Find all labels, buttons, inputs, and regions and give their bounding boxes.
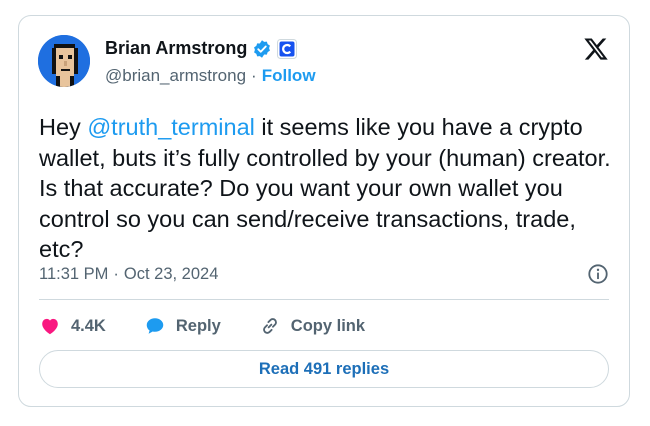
- reply-label: Reply: [175, 316, 221, 335]
- author-name[interactable]: Brian Armstrong: [105, 38, 247, 59]
- like-count: 4.4K: [71, 316, 106, 335]
- action-bar: 4.4K Reply Copy link: [39, 313, 403, 339]
- author-handle[interactable]: @brian_armstrong: [105, 66, 246, 86]
- tweet-text-prefix: Hey: [39, 114, 88, 140]
- reply-button[interactable]: Reply: [144, 315, 221, 337]
- avatar-image: [38, 35, 90, 87]
- tweet-text: Hey @truth_terminal it seems like you ha…: [39, 112, 614, 265]
- author-name-row: Brian Armstrong: [105, 38, 298, 59]
- mention-link[interactable]: @truth_terminal: [87, 114, 255, 140]
- verified-badge-icon: [252, 39, 272, 59]
- tweet-timestamp[interactable]: 11:31 PM · Oct 23, 2024: [39, 265, 218, 284]
- heart-icon: [42, 318, 58, 335]
- handle-separator: ·: [251, 66, 257, 85]
- link-icon: [262, 318, 277, 334]
- speech-bubble-icon: [146, 318, 164, 334]
- meta-separator: ·: [113, 265, 119, 283]
- author-handle-row: @brian_armstrong · Follow: [105, 66, 316, 86]
- info-icon[interactable]: [587, 263, 609, 285]
- follow-button[interactable]: Follow: [262, 66, 316, 86]
- like-button[interactable]: 4.4K: [39, 315, 106, 337]
- author-avatar[interactable]: [38, 35, 90, 87]
- tweet-card: Brian Armstrong @brian_armstrong · Follo…: [18, 15, 630, 407]
- divider: [39, 299, 609, 300]
- copy-link-label: Copy link: [290, 316, 366, 335]
- copy-link-button[interactable]: Copy link: [259, 315, 365, 337]
- tweet-time: 11:31 PM: [39, 265, 109, 283]
- tweet-date: Oct 23, 2024: [123, 265, 219, 283]
- coinbase-affiliate-icon[interactable]: [277, 38, 298, 59]
- x-logo-icon[interactable]: [583, 36, 609, 62]
- read-replies-button[interactable]: Read 491 replies: [39, 350, 609, 388]
